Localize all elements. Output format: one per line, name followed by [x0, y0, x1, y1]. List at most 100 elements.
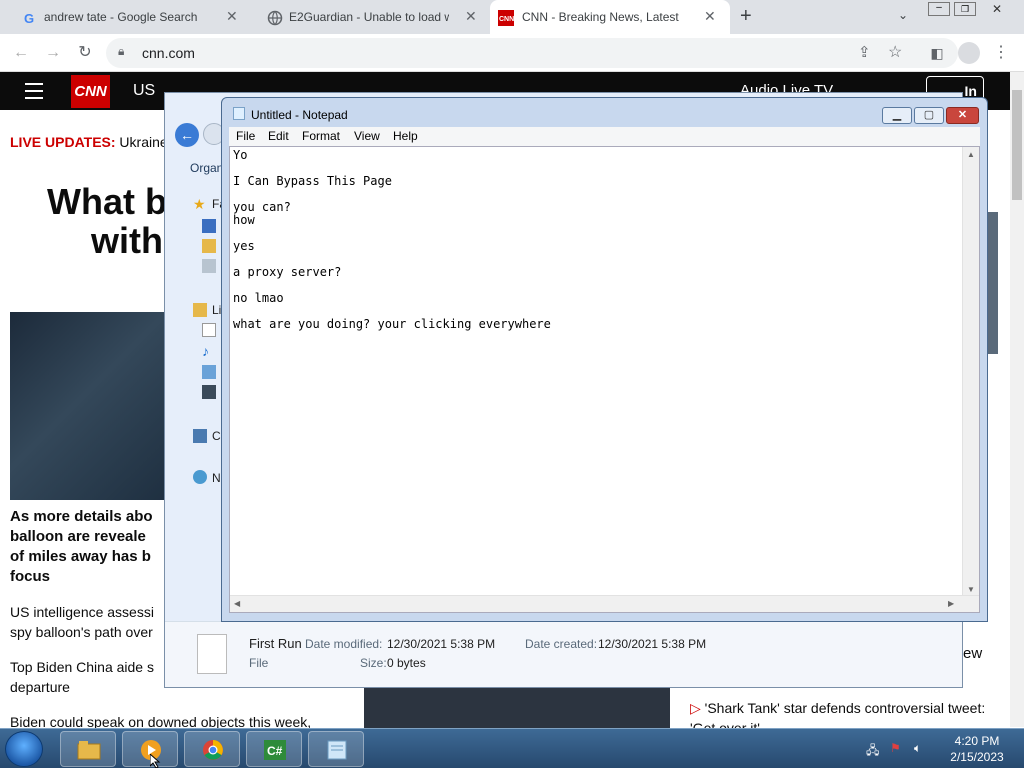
notepad-titlebar[interactable]: Untitled - Notepad ▁ ▢ ✕: [222, 98, 987, 126]
back-arrow-icon[interactable]: ←: [10, 42, 32, 64]
notepad-icon: [327, 740, 347, 760]
desktop-icon[interactable]: [202, 219, 216, 233]
nav-libraries[interactable]: Li: [212, 303, 221, 317]
videos-icon[interactable]: [202, 385, 216, 399]
svg-text:C#: C#: [267, 744, 283, 758]
menu-edit[interactable]: Edit: [268, 129, 289, 143]
back-arrow-icon[interactable]: ←: [175, 123, 199, 147]
globe-icon: [267, 10, 283, 26]
taskbar-file-explorer[interactable]: [60, 731, 116, 767]
modified-value: 12/30/2021 5:38 PM: [387, 637, 496, 651]
close-tab-icon[interactable]: ✕: [226, 8, 238, 25]
organize-button[interactable]: Organ: [190, 161, 223, 175]
share-icon[interactable]: ⇪: [858, 43, 871, 61]
chrome-icon: [203, 740, 223, 760]
restore-button[interactable]: ❐: [954, 2, 976, 16]
action-center-flag-icon[interactable]: ⚑: [890, 741, 901, 755]
reload-icon[interactable]: ↻: [74, 42, 96, 64]
documents-icon[interactable]: [202, 323, 216, 337]
created-label: Date created:: [525, 637, 598, 651]
modified-label: Date modified:: [305, 637, 383, 651]
notepad-text: Yo I Can Bypass This Page you can? how y…: [233, 148, 551, 331]
tab-title: andrew tate - Google Search: [44, 10, 198, 24]
menu-help[interactable]: Help: [393, 129, 418, 143]
browser-toolbar: ← → ↻ 🔒︎ cnn.com ⇪ ☆ ◧ ⋮: [0, 34, 1024, 72]
network-tray-icon[interactable]: 🖧: [866, 741, 879, 762]
file-type: File: [249, 656, 269, 670]
new-tab-button[interactable]: +: [740, 5, 752, 28]
scroll-left-arrow-icon[interactable]: ◀: [234, 599, 240, 608]
clock-date: 2/15/2023: [950, 750, 1004, 764]
side-panel-icon[interactable]: ◧: [926, 42, 948, 64]
scroll-up-arrow-icon[interactable]: ▲: [967, 150, 975, 159]
svg-text:G: G: [24, 11, 34, 26]
recent-places-icon[interactable]: [202, 259, 216, 273]
taskbar-chrome[interactable]: [184, 731, 240, 767]
maximize-button[interactable]: ▢: [914, 107, 944, 124]
live-updates-text: Ukraine: [119, 134, 168, 150]
live-updates-banner[interactable]: LIVE UPDATES: Ukraine: [10, 134, 168, 150]
browser-tab-strip: G andrew tate - Google Search ✕ E2Guardi…: [0, 0, 1024, 34]
tab-search-chevron-icon[interactable]: ⌄: [898, 8, 908, 22]
close-tab-icon[interactable]: ✕: [704, 8, 716, 25]
network-icon: [193, 470, 207, 484]
folder-icon[interactable]: [202, 239, 216, 253]
close-tab-icon[interactable]: ✕: [465, 8, 477, 25]
hamburger-menu-icon[interactable]: [25, 83, 43, 99]
svg-text:CNN: CNN: [499, 16, 514, 23]
clock-time: 4:20 PM: [954, 734, 1000, 748]
partial-story-text: ew: [963, 645, 983, 662]
nav-us-link[interactable]: US: [133, 82, 155, 100]
story-link[interactable]: Top Biden China aide s departure: [10, 657, 154, 697]
horizontal-scrollbar[interactable]: ◀ ▶: [230, 595, 979, 612]
address-bar[interactable]: 🔒︎ cnn.com ⇪ ☆: [106, 38, 958, 68]
scroll-down-arrow-icon[interactable]: ▼: [967, 585, 975, 594]
play-icon: ▷: [690, 700, 701, 716]
taskbar-csharp[interactable]: C#: [246, 731, 302, 767]
csharp-icon: C#: [264, 740, 286, 760]
menu-file[interactable]: File: [236, 129, 255, 143]
minimize-button[interactable]: ▁: [882, 107, 912, 124]
forward-arrow-icon[interactable]: →: [42, 42, 64, 64]
hero-satellite-image[interactable]: [10, 312, 170, 500]
volume-icon[interactable]: 🔈︎: [914, 741, 921, 756]
page-scrollbar-thumb[interactable]: [1012, 90, 1022, 200]
menu-view[interactable]: View: [354, 129, 380, 143]
vertical-scrollbar[interactable]: ▲ ▼: [962, 147, 979, 597]
computer-icon: [193, 429, 207, 443]
menu-kebab-icon[interactable]: ⋮: [990, 42, 1012, 64]
system-tray: 🖧 ⚑ 🔈︎: [864, 739, 934, 759]
nav-network[interactable]: N: [212, 471, 221, 485]
cnn-logo[interactable]: CNN: [71, 75, 110, 108]
tab-google-search[interactable]: G andrew tate - Google Search ✕: [0, 0, 245, 34]
libraries-icon: [193, 303, 207, 317]
notepad-text-area[interactable]: Yo I Can Bypass This Page you can? how y…: [229, 146, 980, 613]
notepad-window: Untitled - Notepad ▁ ▢ ✕ File Edit Forma…: [221, 97, 988, 622]
folder-icon: [77, 741, 101, 760]
nav-computer[interactable]: C: [212, 429, 221, 443]
tab-cnn[interactable]: CNN CNN - Breaking News, Latest Ne ✕: [490, 0, 730, 34]
music-note-icon[interactable]: ♪: [202, 343, 216, 359]
file-name: First Run: [249, 636, 302, 651]
bookmark-star-icon[interactable]: ☆: [888, 42, 902, 62]
video-thumbnail[interactable]: [364, 687, 670, 728]
close-window-button[interactable]: ✕: [986, 2, 1008, 16]
notepad-title: Untitled - Notepad: [251, 108, 348, 122]
minimize-button[interactable]: –: [928, 2, 950, 16]
sub-headline[interactable]: As more details abo balloon are reveale …: [10, 507, 170, 587]
lock-icon: 🔒︎: [118, 44, 125, 58]
tab-title: CNN - Breaking News, Latest Ne: [522, 10, 682, 24]
tab-e2guardian[interactable]: E2Guardian - Unable to load web ✕: [245, 0, 490, 34]
scroll-right-arrow-icon[interactable]: ▶: [948, 599, 954, 608]
taskbar-notepad[interactable]: [308, 731, 364, 767]
url-text: cnn.com: [142, 45, 195, 61]
menu-format[interactable]: Format: [302, 129, 340, 143]
story-link[interactable]: US intelligence assessi spy balloon's pa…: [10, 602, 154, 642]
pictures-icon[interactable]: [202, 365, 216, 379]
profile-avatar-icon[interactable]: [958, 42, 980, 64]
taskbar-clock[interactable]: 4:20 PM 2/15/2023: [944, 733, 1010, 765]
created-value: 12/30/2021 5:38 PM: [598, 637, 707, 651]
cnn-favicon-icon: CNN: [498, 10, 514, 26]
close-button[interactable]: ✕: [946, 107, 979, 124]
start-button[interactable]: [5, 731, 43, 767]
